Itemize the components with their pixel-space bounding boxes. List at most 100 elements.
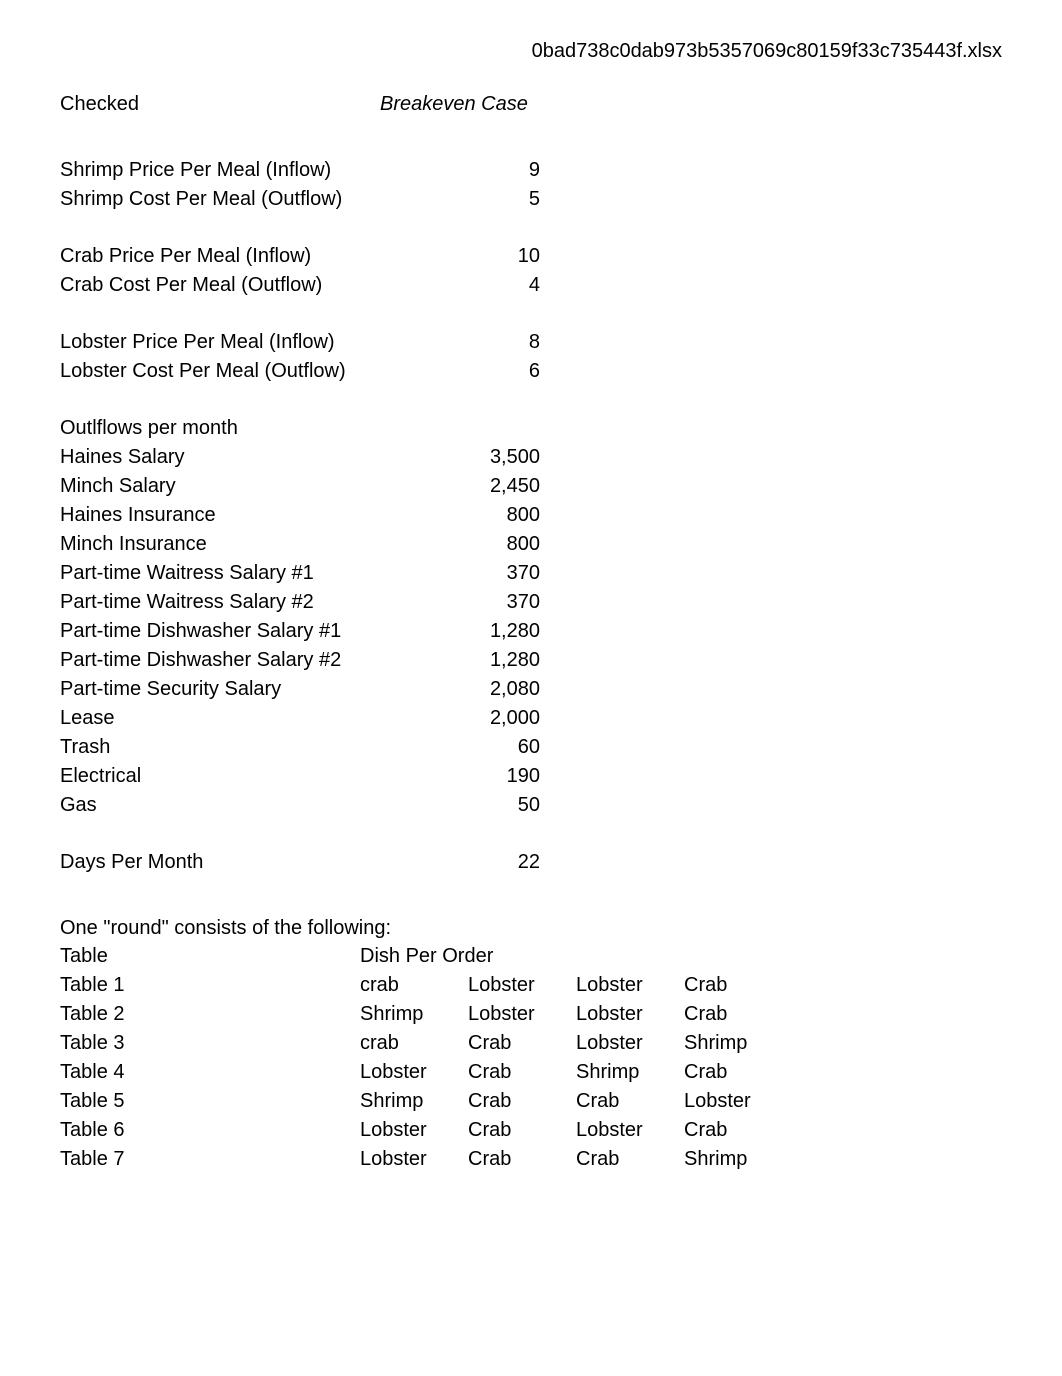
outflow-value: 2,080 (420, 675, 540, 704)
table-name: Table 7 (60, 1145, 360, 1174)
table-name: Table 2 (60, 1000, 360, 1029)
outflow-row: Minch Insurance800 (60, 530, 1002, 559)
checked-label: Checked (60, 93, 380, 116)
dish-cell: Lobster (360, 1116, 468, 1145)
days-per-month-value: 22 (420, 848, 540, 877)
outflow-row: Lease2,000 (60, 704, 1002, 733)
outflow-value: 3,500 (420, 443, 540, 472)
data-label: Crab Price Per Meal (Inflow) (60, 242, 420, 271)
outflow-row: Haines Insurance800 (60, 501, 1002, 530)
data-row: Shrimp Price Per Meal (Inflow)9 (60, 156, 1002, 185)
days-per-month-label: Days Per Month (60, 848, 420, 877)
outflow-label: Part-time Waitress Salary #2 (60, 588, 420, 617)
outflow-row: Part-time Waitress Salary #2370 (60, 588, 1002, 617)
table-name: Table 4 (60, 1058, 360, 1087)
outflow-value: 2,450 (420, 472, 540, 501)
table-header: Table Dish Per Order (60, 942, 1002, 971)
pricing-group: Shrimp Price Per Meal (Inflow)9Shrimp Co… (60, 156, 1002, 214)
data-label: Lobster Price Per Meal (Inflow) (60, 328, 420, 357)
table-name: Table 6 (60, 1116, 360, 1145)
outflow-label: Minch Insurance (60, 530, 420, 559)
table-row: Table 3crabCrabLobsterShrimp (60, 1029, 1002, 1058)
dish-cell: Crab (468, 1145, 576, 1174)
dish-cell: Lobster (576, 1000, 684, 1029)
dish-cell: Shrimp (684, 1145, 792, 1174)
outflow-value: 190 (420, 762, 540, 791)
outflow-value: 370 (420, 588, 540, 617)
dish-cell: Crab (468, 1087, 576, 1116)
outflow-label: Part-time Security Salary (60, 675, 420, 704)
table-name: Table 1 (60, 971, 360, 1000)
outflow-label: Trash (60, 733, 420, 762)
outflow-value: 50 (420, 791, 540, 820)
outflow-label: Gas (60, 791, 420, 820)
outflow-value: 1,280 (420, 617, 540, 646)
table-header-col2: Dish Per Order (360, 942, 493, 971)
data-row: Lobster Price Per Meal (Inflow)8 (60, 328, 1002, 357)
table-row: Table 1crabLobsterLobsterCrab (60, 971, 1002, 1000)
dish-cell: Shrimp (360, 1000, 468, 1029)
pricing-group: Crab Price Per Meal (Inflow)10Crab Cost … (60, 242, 1002, 300)
outflow-row: Part-time Waitress Salary #1370 (60, 559, 1002, 588)
table-row: Table 7LobsterCrabCrabShrimp (60, 1145, 1002, 1174)
outflows-title: Outlflows per month (60, 414, 1002, 443)
dish-cell: Lobster (684, 1087, 792, 1116)
data-label: Crab Cost Per Meal (Outflow) (60, 271, 420, 300)
data-row: Crab Price Per Meal (Inflow)10 (60, 242, 1002, 271)
outflow-value: 370 (420, 559, 540, 588)
outflow-label: Part-time Waitress Salary #1 (60, 559, 420, 588)
table-row: Table 2ShrimpLobsterLobsterCrab (60, 1000, 1002, 1029)
outflow-value: 800 (420, 530, 540, 559)
outflows-section: Outlflows per month Haines Salary3,500Mi… (60, 414, 1002, 820)
header-row: Checked Breakeven Case (60, 93, 1002, 116)
dish-cell: Crab (576, 1087, 684, 1116)
data-row: Shrimp Cost Per Meal (Outflow)5 (60, 185, 1002, 214)
dish-cell: Crab (468, 1029, 576, 1058)
outflow-label: Minch Salary (60, 472, 420, 501)
outflow-row: Haines Salary3,500 (60, 443, 1002, 472)
dish-cell: Crab (684, 1058, 792, 1087)
dish-cell: Lobster (360, 1145, 468, 1174)
outflow-label: Electrical (60, 762, 420, 791)
outflow-row: Trash60 (60, 733, 1002, 762)
outflow-value: 800 (420, 501, 540, 530)
data-value: 6 (420, 357, 540, 386)
dish-cell: Shrimp (360, 1087, 468, 1116)
outflow-value: 1,280 (420, 646, 540, 675)
data-value: 8 (420, 328, 540, 357)
data-value: 9 (420, 156, 540, 185)
dish-cell: Lobster (468, 971, 576, 1000)
outflow-row: Part-time Dishwasher Salary #21,280 (60, 646, 1002, 675)
outflow-row: Electrical190 (60, 762, 1002, 791)
outflow-row: Minch Salary2,450 (60, 472, 1002, 501)
table-name: Table 3 (60, 1029, 360, 1058)
dish-cell: Crab (468, 1116, 576, 1145)
pricing-group: Lobster Price Per Meal (Inflow)8Lobster … (60, 328, 1002, 386)
data-value: 10 (420, 242, 540, 271)
outflow-label: Part-time Dishwasher Salary #2 (60, 646, 420, 675)
dish-cell: Lobster (576, 1116, 684, 1145)
dish-cell: Crab (468, 1058, 576, 1087)
dish-cell: Shrimp (684, 1029, 792, 1058)
data-value: 4 (420, 271, 540, 300)
data-row: Lobster Cost Per Meal (Outflow)6 (60, 357, 1002, 386)
table-row: Table 6LobsterCrabLobsterCrab (60, 1116, 1002, 1145)
dish-cell: crab (360, 1029, 468, 1058)
round-title: One "round" consists of the following: (60, 917, 1002, 940)
dish-cell: Lobster (468, 1000, 576, 1029)
dish-cell: Shrimp (576, 1058, 684, 1087)
data-row: Crab Cost Per Meal (Outflow)4 (60, 271, 1002, 300)
case-label: Breakeven Case (380, 93, 528, 116)
days-per-month-row: Days Per Month 22 (60, 848, 1002, 877)
outflow-value: 60 (420, 733, 540, 762)
data-label: Shrimp Price Per Meal (Inflow) (60, 156, 420, 185)
outflow-label: Haines Salary (60, 443, 420, 472)
outflow-value: 2,000 (420, 704, 540, 733)
table-name: Table 5 (60, 1087, 360, 1116)
dish-cell: Crab (576, 1145, 684, 1174)
dish-cell: Crab (684, 1116, 792, 1145)
outflow-label: Lease (60, 704, 420, 733)
filename: 0bad738c0dab973b5357069c80159f33c735443f… (60, 40, 1002, 63)
outflow-label: Part-time Dishwasher Salary #1 (60, 617, 420, 646)
outflow-row: Part-time Dishwasher Salary #11,280 (60, 617, 1002, 646)
